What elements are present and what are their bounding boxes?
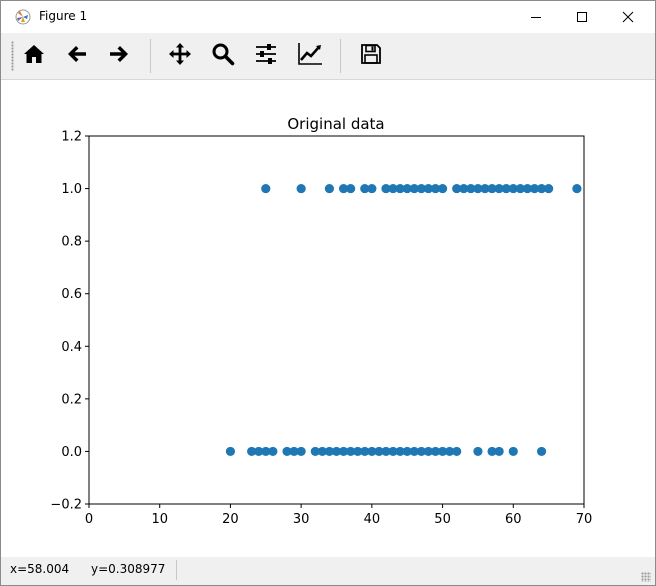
search-icon bbox=[211, 42, 235, 70]
cursor-y-readout: y=0.308977 bbox=[91, 562, 166, 576]
window-title: Figure 1 bbox=[39, 9, 88, 23]
data-point bbox=[261, 183, 271, 194]
navigation-toolbar bbox=[1, 33, 655, 80]
cursor-x-readout: x=58.004 bbox=[10, 562, 70, 576]
arrow-right-icon bbox=[108, 43, 130, 69]
data-point bbox=[225, 446, 236, 457]
y-tick-label: −0.2 bbox=[50, 498, 82, 513]
y-tick-label: 0.4 bbox=[61, 340, 82, 355]
x-tick-label: 60 bbox=[505, 512, 522, 527]
status-divider bbox=[176, 560, 177, 580]
move-icon bbox=[168, 42, 192, 70]
close-button[interactable] bbox=[605, 1, 651, 33]
toolbar-separator bbox=[150, 39, 151, 73]
zoom-button[interactable] bbox=[207, 40, 239, 72]
sliders-icon bbox=[254, 42, 278, 70]
data-point bbox=[437, 183, 448, 194]
scatter-plot[interactable]: Original data −0.20.00.20.40.60.81.01.2 … bbox=[1, 80, 655, 555]
minimize-icon bbox=[530, 8, 542, 27]
toolbar-grip[interactable] bbox=[11, 41, 14, 71]
data-point bbox=[324, 183, 335, 194]
data-point bbox=[346, 183, 356, 194]
x-tick-label: 10 bbox=[151, 512, 168, 527]
line-chart-icon bbox=[297, 42, 323, 70]
matplotlib-icon bbox=[15, 9, 31, 25]
status-bar: x=58.004 y=0.308977 bbox=[1, 557, 655, 585]
figure-window: Figure 1 Original data −0.2 0.0 0.2 0.4 … bbox=[0, 0, 656, 586]
data-point bbox=[544, 183, 554, 194]
data-point bbox=[268, 446, 278, 457]
maximize-icon bbox=[576, 8, 588, 27]
data-point bbox=[452, 446, 462, 457]
minimize-button[interactable] bbox=[513, 1, 559, 33]
data-point bbox=[296, 446, 306, 457]
home-button[interactable] bbox=[18, 40, 50, 72]
y-tick-label: 0.6 bbox=[61, 287, 82, 302]
close-icon bbox=[622, 8, 634, 27]
figure-canvas[interactable]: Original data −0.2 0.0 0.2 0.4 0.6 0.8 1.0 1.2 … bbox=[1, 80, 655, 555]
x-tick-label: 30 bbox=[293, 512, 310, 527]
x-tick-label: 40 bbox=[364, 512, 381, 527]
y-tick-label: 0.8 bbox=[61, 235, 82, 250]
data-point bbox=[296, 183, 306, 194]
pan-button[interactable] bbox=[164, 40, 196, 72]
maximize-button[interactable] bbox=[559, 1, 605, 33]
x-tick-label: 50 bbox=[434, 512, 451, 527]
y-axis: −0.2 0.0 0.2 0.4 0.6 0.8 1.0 1.2 bbox=[50, 130, 89, 513]
data-point bbox=[508, 446, 518, 457]
edit-curves-button[interactable] bbox=[294, 40, 326, 72]
home-icon bbox=[23, 43, 45, 69]
data-point bbox=[494, 446, 504, 457]
save-icon bbox=[360, 43, 382, 69]
subplots-button[interactable] bbox=[250, 40, 282, 72]
x-tick-label: 0 bbox=[85, 512, 93, 527]
data-point bbox=[536, 446, 547, 457]
x-tick-label: 70 bbox=[576, 512, 593, 527]
data-point bbox=[473, 446, 483, 457]
y-tick-label: 1.0 bbox=[61, 182, 82, 197]
arrow-left-icon bbox=[66, 43, 88, 69]
data-points bbox=[225, 183, 582, 457]
forward-button[interactable] bbox=[103, 40, 135, 72]
y-tick-label: 0.2 bbox=[61, 392, 82, 407]
data-point bbox=[572, 183, 582, 194]
back-button[interactable] bbox=[61, 40, 93, 72]
resize-grip[interactable] bbox=[641, 572, 651, 582]
y-tick-label: 1.2 bbox=[61, 130, 82, 145]
y-tick-label: 0.0 bbox=[61, 445, 82, 460]
x-axis: 0 10 20 30 40 50 60 70 bbox=[85, 504, 592, 527]
toolbar-separator bbox=[340, 39, 341, 73]
chart-title: Original data bbox=[287, 115, 384, 133]
save-button[interactable] bbox=[355, 40, 387, 72]
title-bar[interactable]: Figure 1 bbox=[1, 1, 655, 33]
data-point bbox=[367, 183, 377, 194]
x-tick-label: 20 bbox=[222, 512, 239, 527]
